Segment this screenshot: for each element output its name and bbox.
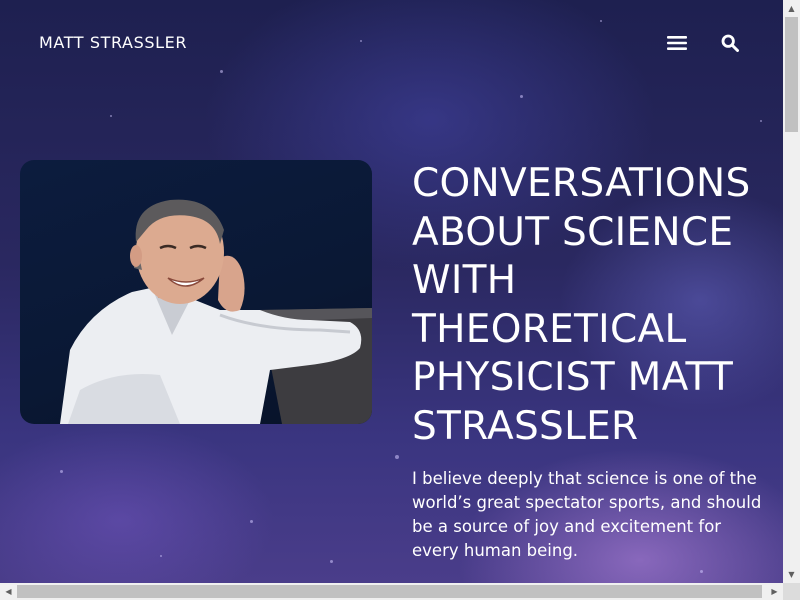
scroll-left-arrow-icon[interactable]: ◀ (0, 583, 17, 600)
star-decoration (250, 520, 253, 523)
site-header: MATT STRASSLER (0, 0, 783, 86)
search-button[interactable] (716, 30, 744, 56)
hero-intro-text: I believe deeply that science is one of … (412, 469, 762, 560)
search-icon (721, 34, 739, 52)
portrait-photo (20, 160, 372, 424)
menu-button[interactable] (663, 30, 691, 56)
site-title-link[interactable]: MATT STRASSLER (39, 33, 187, 52)
star-decoration (110, 115, 112, 117)
star-decoration (760, 120, 762, 122)
vertical-scroll-thumb[interactable] (785, 17, 798, 132)
star-decoration (60, 470, 63, 473)
hamburger-menu-icon (667, 36, 687, 50)
page-background: MATT STRASSLER CONVERSATIONS ABOUT SCIEN… (0, 0, 783, 583)
horizontal-scrollbar[interactable]: ◀ ▶ (0, 583, 783, 600)
star-decoration (395, 455, 399, 459)
star-decoration (160, 555, 162, 557)
horizontal-scroll-thumb[interactable] (17, 585, 762, 598)
scroll-up-arrow-icon[interactable]: ▲ (783, 0, 800, 17)
scrollbar-corner (783, 583, 800, 600)
portrait-illustration (60, 199, 372, 424)
star-decoration (700, 570, 703, 573)
scroll-right-arrow-icon[interactable]: ▶ (766, 583, 783, 600)
hero-headline: CONVERSATIONS ABOUT SCIENCE WITH THEORET… (412, 161, 751, 449)
scroll-down-arrow-icon[interactable]: ▼ (783, 566, 800, 583)
star-decoration (330, 560, 333, 563)
vertical-scrollbar[interactable]: ▲ ▼ (783, 0, 800, 583)
star-decoration (520, 95, 523, 98)
